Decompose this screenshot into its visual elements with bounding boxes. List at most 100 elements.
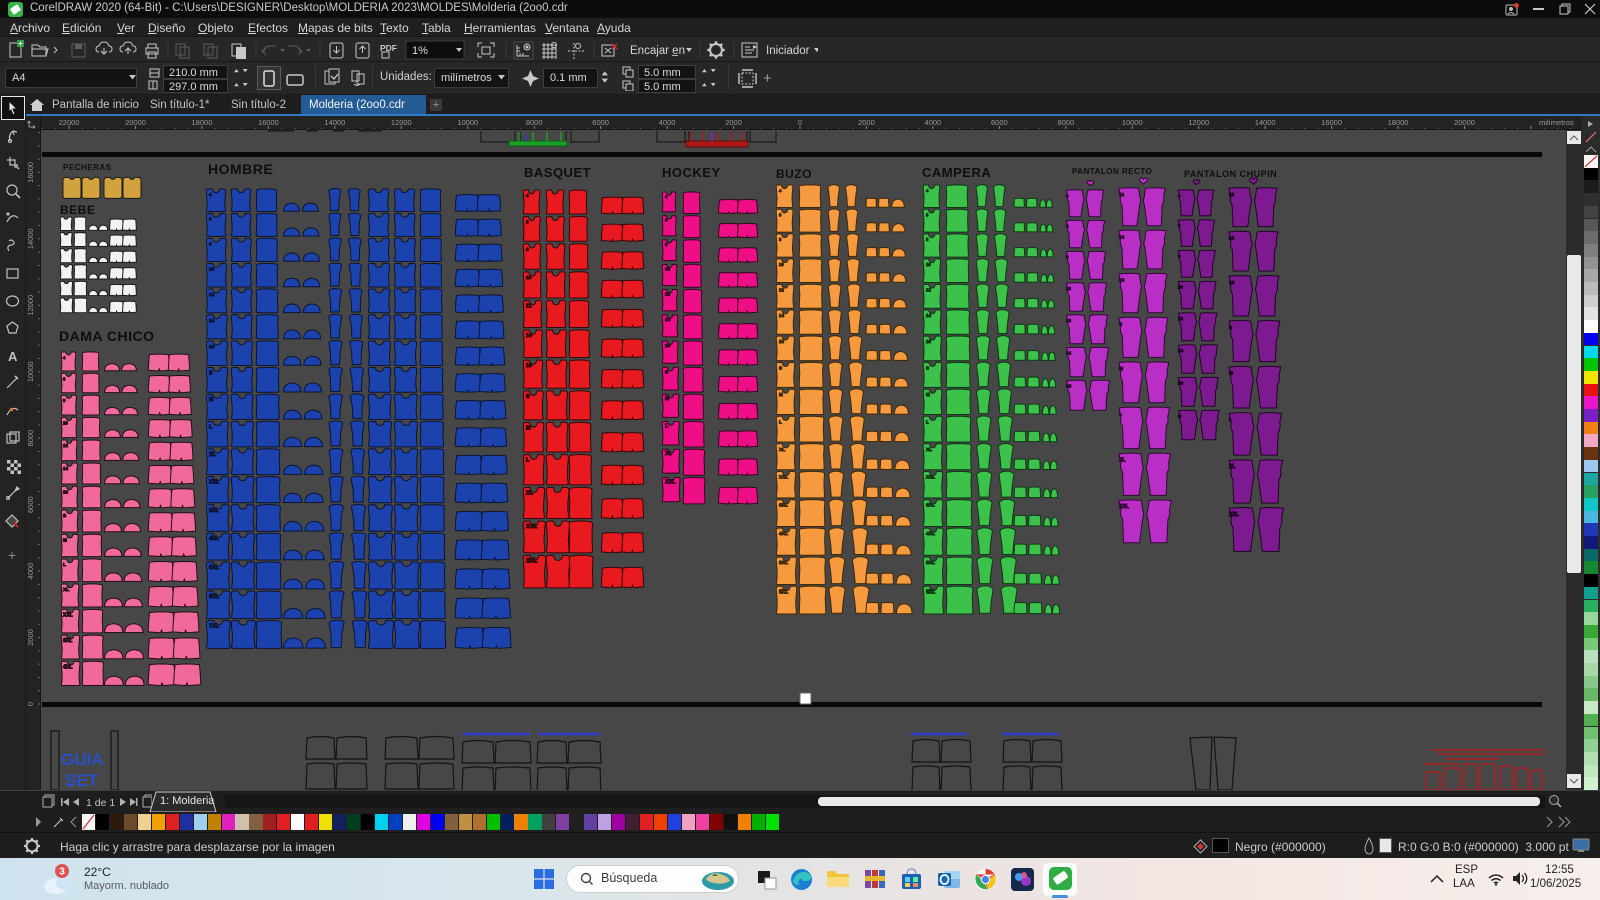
svg-text:10: 10 (526, 275, 532, 281)
svg-text:12: 12 (1229, 192, 1235, 197)
svg-text:16: 16 (526, 363, 532, 369)
svg-text:10: 10 (1066, 286, 1071, 291)
svg-text:4000: 4000 (26, 563, 35, 580)
svg-text:16: 16 (1229, 280, 1235, 285)
svg-text:16000: 16000 (258, 118, 279, 127)
svg-text:20000: 20000 (1454, 118, 1475, 127)
svg-text:16000: 16000 (1321, 118, 1342, 127)
svg-text:8: 8 (209, 241, 212, 246)
svg-text:XL: XL (779, 447, 785, 452)
svg-text:XL: XL (926, 447, 932, 452)
svg-text:16: 16 (926, 339, 931, 344)
svg-text:PECHERAS: PECHERAS (63, 163, 112, 172)
svg-text:XXL: XXL (1229, 512, 1239, 518)
svg-text:10: 10 (779, 262, 784, 267)
svg-text:BUZO: BUZO (776, 167, 812, 181)
svg-text:Iniciador: Iniciador (766, 45, 810, 57)
svg-text:XXL: XXL (209, 480, 220, 486)
svg-text:6XL: 6XL (209, 594, 220, 600)
svg-text:6XL: 6XL (926, 589, 935, 595)
svg-text:M: M (1119, 366, 1123, 372)
svg-text:M: M (209, 397, 213, 403)
svg-text:3: 3 (59, 867, 65, 878)
svg-text:6000: 6000 (26, 496, 35, 513)
svg-text:BEBE: BEBE (60, 203, 95, 217)
svg-text:14: 14 (63, 466, 69, 471)
svg-text:L: L (1229, 417, 1232, 423)
svg-text:0: 0 (26, 702, 35, 706)
svg-text:3XL: 3XL (926, 503, 935, 509)
svg-text:M: M (1229, 371, 1233, 377)
svg-text:16000: 16000 (26, 162, 35, 183)
svg-text:XXL: XXL (779, 475, 788, 480)
svg-text:16: 16 (1178, 381, 1184, 386)
svg-text:8: 8 (526, 247, 529, 253)
svg-text:12: 12 (526, 304, 532, 310)
svg-text:1%: 1% (412, 45, 428, 57)
svg-text:XL: XL (526, 491, 534, 497)
svg-text:12: 12 (779, 287, 784, 292)
svg-text:SET: SET (65, 771, 99, 790)
svg-text:12: 12 (665, 292, 671, 297)
svg-text:5XL: 5XL (779, 560, 788, 566)
svg-text:3XL: 3XL (63, 638, 72, 644)
svg-text:16: 16 (209, 344, 215, 350)
svg-text:18000: 18000 (1388, 118, 1409, 127)
svg-text:2000: 2000 (858, 118, 875, 127)
svg-text:8000: 8000 (526, 118, 543, 127)
svg-text:0: 0 (798, 118, 802, 127)
svg-text:8000: 8000 (1057, 118, 1074, 127)
svg-text:XL: XL (63, 587, 69, 593)
svg-text:14: 14 (779, 313, 784, 318)
svg-text:M: M (63, 537, 67, 542)
svg-text:milímetros: milímetros (1539, 118, 1574, 127)
svg-text:XXL: XXL (665, 479, 676, 485)
svg-text:HOCKEY: HOCKEY (662, 165, 721, 180)
svg-text:12: 12 (1119, 192, 1125, 197)
svg-text:14: 14 (1178, 348, 1184, 353)
svg-text:12000: 12000 (391, 118, 412, 127)
svg-text:PANTALON RECTO: PANTALON RECTO (1072, 167, 1152, 176)
svg-text:7XL: 7XL (209, 624, 220, 630)
svg-text:3XL: 3XL (526, 557, 537, 564)
svg-text:12000: 12000 (26, 295, 35, 316)
svg-text:14: 14 (209, 318, 215, 324)
svg-text:L: L (63, 562, 66, 568)
svg-text:S: S (779, 366, 782, 371)
svg-text:14: 14 (1119, 235, 1125, 240)
svg-text:6: 6 (209, 217, 212, 222)
svg-text:S: S (1119, 322, 1122, 327)
svg-text:XXL: XXL (63, 612, 73, 618)
svg-text:4XL: 4XL (63, 664, 73, 670)
svg-text:3XL: 3XL (209, 508, 219, 514)
svg-text:M: M (665, 396, 669, 402)
svg-text:5XL: 5XL (209, 565, 220, 571)
svg-text:22000: 22000 (59, 118, 80, 127)
svg-text:XL: XL (1119, 458, 1125, 464)
svg-text:14: 14 (1066, 351, 1072, 356)
svg-text:10000: 10000 (457, 118, 478, 127)
svg-text:12: 12 (926, 287, 931, 292)
svg-text:10: 10 (209, 267, 215, 272)
svg-text:HOMBRE: HOMBRE (208, 161, 273, 177)
svg-text:12: 12 (209, 292, 215, 298)
svg-text:M: M (779, 392, 783, 397)
svg-text:A: A (8, 349, 18, 364)
svg-text:14: 14 (1229, 236, 1235, 241)
svg-text:DAMA CHICO: DAMA CHICO (59, 328, 154, 344)
svg-text:4XL: 4XL (926, 531, 935, 537)
svg-text:10: 10 (1178, 285, 1183, 290)
svg-text:XL: XL (209, 452, 216, 458)
svg-text:L: L (926, 419, 929, 424)
svg-text:6: 6 (526, 220, 529, 225)
svg-text:14000: 14000 (26, 228, 35, 249)
svg-text:2000: 2000 (725, 118, 742, 127)
svg-text:14000: 14000 (1255, 118, 1276, 127)
svg-text:L: L (526, 458, 530, 464)
svg-text:10000: 10000 (26, 361, 35, 382)
svg-text:14: 14 (926, 313, 931, 318)
svg-text:GUIA: GUIA (61, 750, 104, 769)
svg-text:16: 16 (665, 343, 671, 348)
svg-text:12: 12 (63, 443, 68, 448)
svg-text:BASQUET: BASQUET (524, 165, 591, 180)
